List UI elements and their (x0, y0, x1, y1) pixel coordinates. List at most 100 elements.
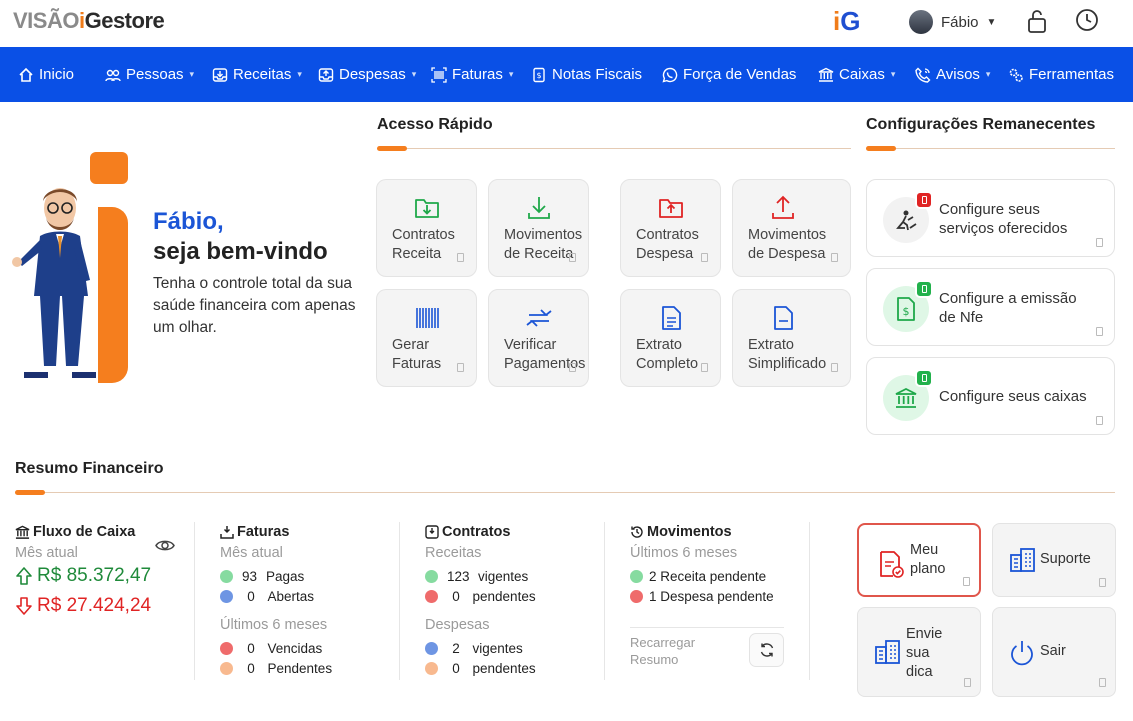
expand-icon (569, 253, 576, 262)
eye-icon[interactable] (155, 537, 175, 554)
folder-up-icon (659, 199, 683, 218)
greeting-name: Fábio, (153, 208, 224, 235)
nav-item-ferramentas[interactable]: Ferramentas (1008, 66, 1114, 83)
inbox-out-icon (318, 67, 334, 82)
bank-icon (15, 525, 30, 539)
nav-item-caixas[interactable]: Caixas ▾ (818, 66, 915, 83)
svg-text:$: $ (536, 71, 541, 80)
worker-icon (896, 210, 917, 231)
invoices-pending: 0 Pendentes (220, 661, 332, 676)
hero-description: Tenha o controle total da sua saúde fina… (153, 275, 356, 336)
quick-extrato-simplificado[interactable]: Extrato Simplificado (732, 289, 851, 387)
building-icon (1010, 548, 1035, 572)
chevron-down-icon: ▾ (411, 69, 417, 79)
inbox-in-icon (212, 67, 228, 82)
reload-summary-button[interactable] (749, 633, 784, 667)
phone-icon (915, 67, 931, 83)
chevron-down-icon: ▾ (297, 69, 302, 79)
expand-icon (701, 363, 708, 372)
movements-income-pending: 2 Receita pendente (630, 569, 766, 584)
download-icon (528, 197, 550, 219)
divider (399, 522, 400, 680)
top-bar: VISÃOiGestore iG Fábio ▼ (0, 0, 1133, 47)
people-icon (105, 69, 121, 81)
nav-item-forca-de-vendas[interactable]: Força de Vendas (662, 66, 818, 83)
nav-item-faturas[interactable]: Faturas ▾ (431, 66, 531, 83)
home-icon (19, 67, 33, 82)
quick-contratos-receita[interactable]: Contratos Receita (376, 179, 477, 277)
exit-button[interactable]: Sair (992, 607, 1116, 697)
support-button[interactable]: Suporte (992, 523, 1116, 597)
user-menu[interactable]: Fábio ▼ (909, 10, 996, 34)
cashflow-title: Fluxo de Caixa (15, 524, 135, 540)
nav-item-despesas[interactable]: Despesas ▾ (318, 66, 431, 83)
quick-verificar-pagamentos[interactable]: Verificar Pagamentos (488, 289, 589, 387)
bank-icon (818, 67, 834, 82)
chevron-down-icon: ▾ (508, 69, 514, 79)
invoices-paid: 93 Pagas (220, 569, 304, 584)
quick-access-title: Acesso Rápido (377, 116, 493, 133)
user-name: Fábio (941, 13, 979, 31)
chevron-down-icon: ▼ (986, 16, 997, 28)
cartoon-character-illustration (12, 188, 96, 378)
done-badge (915, 280, 933, 298)
chevron-down-icon: ▾ (189, 69, 195, 79)
cogs-icon (1009, 68, 1023, 82)
svg-text:$: $ (903, 305, 910, 318)
nav-item-pessoas[interactable]: Pessoas ▾ (105, 66, 212, 83)
nav-item-receitas[interactable]: Receitas ▾ (212, 66, 318, 83)
divider (809, 522, 810, 680)
quick-extrato-completo[interactable]: Extrato Completo (620, 289, 721, 387)
expand-icon (457, 363, 464, 372)
chevron-down-icon: ▾ (985, 69, 991, 79)
divider (630, 627, 784, 628)
nav-item-notas-fiscais[interactable]: $ Notas Fiscais (531, 66, 662, 83)
nav-item-inicio[interactable]: Inicio (18, 66, 105, 83)
expand-icon (1096, 416, 1103, 425)
done-badge (915, 369, 933, 387)
lock-icon[interactable] (1025, 8, 1049, 34)
pending-badge (915, 191, 933, 209)
arrows-exchange-icon (526, 309, 552, 327)
divider-accent (15, 490, 45, 495)
refresh-icon (760, 643, 774, 657)
clock-icon[interactable] (1075, 8, 1099, 34)
contracts-expense-active: 2 vigentes (425, 641, 523, 656)
invoices-overdue: 0 Vencidas (220, 641, 322, 656)
send-tip-button[interactable]: Envie sua dica (857, 607, 981, 697)
quick-contratos-despesa[interactable]: Contratos Despesa (620, 179, 721, 277)
divider (15, 492, 1115, 493)
nav-item-avisos[interactable]: Avisos ▾ (915, 66, 1008, 83)
barcode-icon (431, 66, 447, 83)
inbox-in-icon (425, 525, 439, 539)
expand-icon (1096, 238, 1103, 247)
divider (194, 522, 195, 680)
building-icon (875, 640, 900, 664)
reload-summary-label: Recarregar Resumo (630, 635, 696, 667)
history-icon (631, 526, 643, 538)
config-nfe[interactable]: $ Configure a emissão de Nfe (866, 268, 1115, 346)
expand-icon (1099, 578, 1106, 587)
barcode-icon (416, 308, 439, 328)
config-servicos[interactable]: Configure seus serviços oferecidos (866, 179, 1115, 257)
quick-movimentos-receita[interactable]: Movimentos de Receita (488, 179, 589, 277)
expand-icon (569, 363, 576, 372)
divider (377, 148, 851, 149)
expand-icon (831, 363, 838, 372)
expand-icon (963, 577, 970, 586)
expand-icon (1099, 678, 1106, 687)
config-caixas[interactable]: Configure seus caixas (866, 357, 1115, 435)
document-check-icon (880, 551, 904, 578)
upload-icon (772, 195, 794, 219)
brand-mark: iG (833, 6, 861, 36)
arrow-down-icon (16, 597, 32, 615)
divider-accent (377, 146, 407, 151)
brand-logo[interactable]: VISÃOiGestore (13, 8, 165, 34)
contracts-income-active: 123 vigentes (425, 569, 528, 584)
my-plan-button[interactable]: Meu plano (857, 523, 981, 597)
expand-icon (1096, 327, 1103, 336)
avatar (909, 10, 933, 34)
quick-movimentos-despesa[interactable]: Movimentos de Despesa (732, 179, 851, 277)
quick-gerar-faturas[interactable]: Gerar Faturas (376, 289, 477, 387)
invoice-dollar-icon: $ (897, 297, 915, 321)
